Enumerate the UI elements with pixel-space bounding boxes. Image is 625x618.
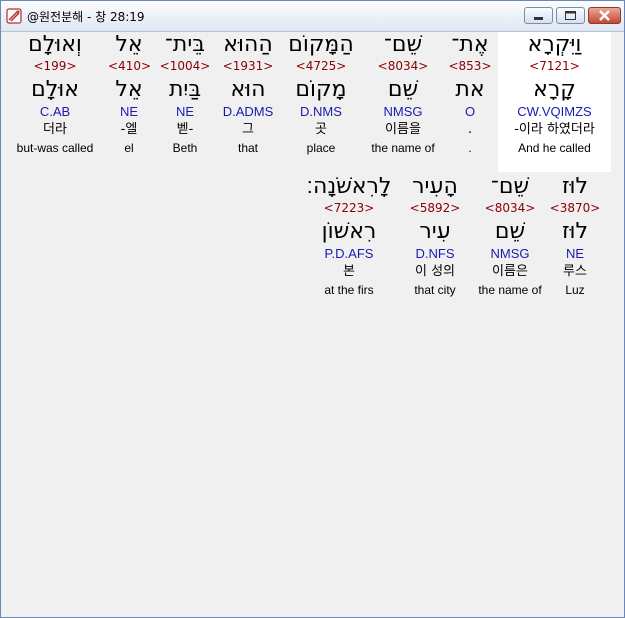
morphology-code: NMSG (383, 104, 423, 119)
strong-number[interactable]: <3870> (545, 200, 605, 216)
korean-gloss: . (467, 122, 473, 137)
morphology-code: P.D.AFS (324, 246, 374, 261)
app-window: @원전분해 - 창 28:19 וַיִּקְרָא <7121> קָרָא … (0, 0, 625, 618)
korean-gloss: 이 성의 (414, 264, 455, 279)
word-cell[interactable]: וַיִּקְרָא <7121> קָרָא CW.VQIMZS -이라 하였… (498, 32, 611, 172)
english-gloss: And he called (518, 141, 591, 155)
morphology-code: NE (565, 246, 585, 261)
minimize-button[interactable] (524, 7, 553, 24)
close-icon (599, 10, 610, 21)
lemma-word: את (455, 77, 485, 102)
lemma-word: עִיר (419, 219, 451, 244)
korean-gloss: 이름을 (385, 122, 421, 137)
english-gloss: but-was called (16, 141, 94, 155)
morphology-code: NE (119, 104, 139, 119)
korean-gloss: 벧- (176, 122, 194, 137)
hebrew-word: בֵּית־ (164, 32, 206, 57)
word-cell[interactable]: הַהוּא <1931> הוּא D.ADMS 그 that (215, 32, 281, 156)
lemma-word: אֵל (115, 77, 143, 102)
lemma-word: לוּז (561, 219, 589, 244)
strong-number[interactable]: <1004> (157, 58, 213, 74)
morphology-code: D.NMS (300, 104, 342, 119)
morphology-code: CW.VQIMZS (517, 104, 592, 119)
strong-number[interactable]: <1931> (215, 58, 281, 74)
lemma-word: הוּא (230, 77, 266, 102)
word-cell[interactable]: שֵׁם־ <8034> שֵׁם NMSG 이름을 the name of (363, 32, 443, 156)
english-gloss: the name of (478, 283, 542, 297)
word-cell[interactable]: אֶת־ <853> את O . . (440, 32, 500, 156)
korean-gloss: 본 (343, 264, 355, 279)
hebrew-word: אֶת־ (451, 32, 489, 57)
morphology-code: NE (175, 104, 195, 119)
english-gloss: Beth (172, 141, 198, 155)
window-title: @원전분해 - 창 28:19 (27, 10, 145, 24)
hebrew-word: הַמָּקוֹם (288, 32, 354, 57)
word-cell[interactable]: בֵּית־ <1004> בַּיִת NE 벧- Beth (157, 32, 213, 156)
english-gloss: el (124, 141, 134, 155)
morphology-code: C.AB (39, 104, 71, 119)
strong-number[interactable]: <410> (108, 58, 151, 74)
morphology-code: NMSG (490, 246, 530, 261)
hebrew-word: לוּז (561, 174, 589, 199)
hebrew-word: הָעִיר (412, 174, 458, 199)
english-gloss: Luz (565, 283, 585, 297)
korean-gloss: 더라 (43, 122, 67, 137)
word-cell[interactable]: שֵׁם־ <8034> שֵׁם NMSG 이름은 the name of (470, 174, 550, 298)
korean-gloss: 그 (242, 122, 254, 137)
close-button[interactable] (588, 7, 621, 24)
lemma-word: בַּיִת (168, 77, 202, 102)
maximize-icon (565, 11, 576, 20)
maximize-button[interactable] (556, 7, 585, 24)
morphology-code: D.NFS (415, 246, 455, 261)
hebrew-word: אֵל (115, 32, 143, 57)
title-bar[interactable]: @원전분해 - 창 28:19 (1, 1, 624, 32)
korean-gloss: 곳 (315, 122, 327, 137)
strong-number[interactable]: <7121> (498, 58, 611, 74)
word-cell[interactable]: לָרִאשֹׁנָה׃ <7223> רִאשׁוֹן P.D.AFS 본 a… (303, 174, 395, 298)
korean-gloss: -엘 (120, 122, 138, 137)
lemma-word: אוּלָם (31, 77, 79, 102)
english-gloss: at the firs (324, 283, 374, 297)
word-cell[interactable]: הַמָּקוֹם <4725> מָקוֹם D.NMS 곳 place (280, 32, 362, 156)
lemma-word: מָקוֹם (295, 77, 347, 102)
morphology-code: D.ADMS (222, 104, 274, 119)
lemma-word: רִאשׁוֹן (321, 219, 377, 244)
lemma-word: שֵׁם (387, 77, 419, 102)
word-cell[interactable]: אֵל <410> אֵל NE -엘 el (108, 32, 151, 156)
hebrew-word: הַהוּא (223, 32, 273, 57)
strong-number[interactable]: <8034> (470, 200, 550, 216)
strong-number[interactable]: <7223> (303, 200, 395, 216)
korean-gloss: -이라 하였더라 (514, 122, 595, 137)
english-gloss: . (468, 141, 472, 155)
korean-gloss: 루스 (563, 264, 587, 279)
strong-number[interactable]: <199> (10, 58, 100, 74)
parsing-panel: וַיִּקְרָא <7121> קָרָא CW.VQIMZS -이라 하였… (5, 32, 620, 615)
english-gloss: the name of (371, 141, 435, 155)
english-gloss: that city (414, 283, 456, 297)
korean-gloss: 이름은 (492, 264, 528, 279)
word-cell[interactable]: וְאוּלָם <199> אוּלָם C.AB 더라 but-was ca… (10, 32, 100, 156)
english-gloss: that (237, 141, 258, 155)
hebrew-word: לָרִאשֹׁנָה׃ (306, 174, 392, 199)
strong-number[interactable]: <8034> (363, 58, 443, 74)
strong-number[interactable]: <4725> (280, 58, 362, 74)
lemma-word: שֵׁם (494, 219, 526, 244)
hebrew-word: שֵׁם־ (490, 174, 530, 199)
minimize-icon (534, 17, 543, 20)
morphology-code: O (464, 104, 476, 119)
lemma-word: קָרָא (533, 77, 576, 102)
hebrew-word: וְאוּלָם (28, 32, 82, 57)
hebrew-word: וַיִּקְרָא (527, 32, 582, 57)
english-gloss: place (306, 141, 336, 155)
word-cell[interactable]: הָעִיר <5892> עִיר D.NFS 이 성의 that city (402, 174, 468, 298)
strong-number[interactable]: <853> (440, 58, 500, 74)
scroll-app-icon[interactable] (6, 8, 22, 24)
hebrew-word: שֵׁם־ (383, 32, 423, 57)
word-cell[interactable]: לוּז <3870> לוּז NE 루스 Luz (545, 174, 605, 298)
strong-number[interactable]: <5892> (402, 200, 468, 216)
